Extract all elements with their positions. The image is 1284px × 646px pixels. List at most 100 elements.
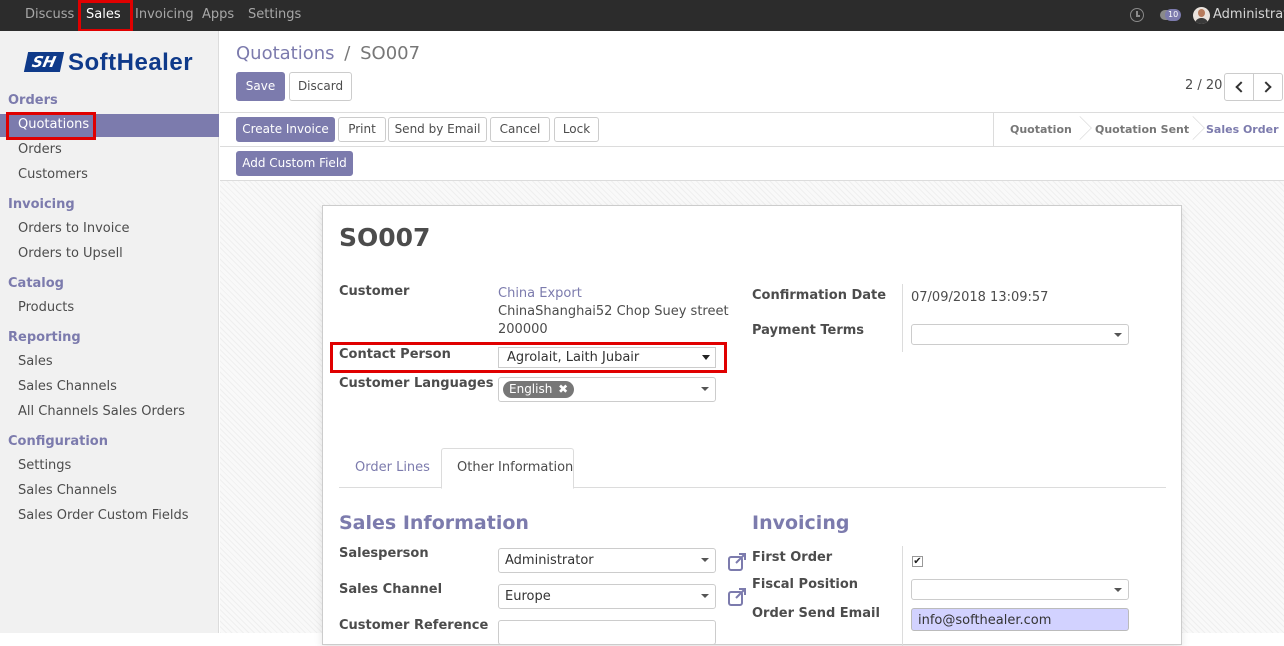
stage-quotation[interactable]: Quotation bbox=[1010, 123, 1072, 136]
add-custom-field-button[interactable]: Add Custom Field bbox=[236, 151, 353, 176]
first-order-label: First Order bbox=[752, 550, 833, 565]
breadcrumb: Quotations / SO007 bbox=[236, 43, 420, 64]
order-send-email-value: info@softhealer.com bbox=[918, 613, 1052, 628]
order-send-email-label: Order Send Email bbox=[752, 606, 880, 621]
highlight-contact-person bbox=[330, 342, 727, 373]
stage-quotation-sent[interactable]: Quotation Sent bbox=[1095, 123, 1189, 136]
sidebar-item-reporting-sales-channels[interactable]: Sales Channels bbox=[18, 379, 117, 394]
order-send-email-input[interactable]: info@softhealer.com bbox=[911, 608, 1129, 631]
notebook-tabs: Order Lines Other Information bbox=[339, 448, 1166, 489]
form-sheet: SO007 Customer China Export ChinaShangha… bbox=[322, 205, 1182, 646]
pager-value[interactable]: 2 / 20 bbox=[1185, 78, 1222, 93]
lock-button[interactable]: Lock bbox=[554, 117, 599, 142]
sidebar: SH SoftHealer Orders Quotations Orders C… bbox=[0, 31, 219, 633]
sales-information-title: Sales Information bbox=[339, 512, 529, 534]
sidebar-item-config-sales-channels[interactable]: Sales Channels bbox=[18, 483, 117, 498]
tab-other-information-label: Other Information bbox=[457, 460, 574, 475]
menu-apps[interactable]: Apps bbox=[202, 0, 234, 31]
customer-label: Customer bbox=[339, 284, 410, 299]
sales-channel-select[interactable]: Europe bbox=[498, 584, 716, 609]
fiscal-position-label: Fiscal Position bbox=[752, 577, 859, 592]
caret-down-icon bbox=[1114, 333, 1122, 337]
tab-order-lines[interactable]: Order Lines bbox=[355, 460, 430, 475]
menu-invoicing[interactable]: Invoicing bbox=[135, 0, 194, 31]
save-button[interactable]: Save bbox=[236, 72, 285, 101]
sales-channel-value: Europe bbox=[505, 589, 551, 604]
caret-down-icon bbox=[701, 558, 709, 562]
sidebar-item-orders[interactable]: Orders bbox=[18, 142, 62, 157]
breadcrumb-parent[interactable]: Quotations bbox=[236, 43, 335, 64]
pager-previous-button[interactable] bbox=[1224, 73, 1254, 101]
confirmation-date-label: Confirmation Date bbox=[752, 288, 887, 303]
sidebar-header-catalog: Catalog bbox=[8, 276, 64, 291]
breadcrumb-current: SO007 bbox=[360, 43, 421, 64]
customer-address-line1: ChinaShanghai52 Chop Suey street bbox=[498, 304, 729, 319]
main-content: Quotations / SO007 Save Discard 2 / 20 C… bbox=[220, 31, 1284, 646]
message-count-badge: 10 bbox=[1165, 9, 1182, 21]
customer-address-line2: 200000 bbox=[498, 322, 548, 337]
customer-languages-label: Customer Languages bbox=[339, 376, 494, 391]
payment-terms-label: Payment Terms bbox=[752, 323, 865, 338]
sidebar-header-configuration: Configuration bbox=[8, 434, 108, 449]
caret-down-icon bbox=[1114, 588, 1122, 592]
sidebar-header-orders: Orders bbox=[8, 93, 58, 108]
salesperson-label: Salesperson bbox=[339, 546, 429, 561]
vertical-separator bbox=[902, 546, 903, 646]
salesperson-value: Administrator bbox=[505, 553, 594, 568]
user-avatar[interactable] bbox=[1193, 7, 1210, 24]
highlight-quotations bbox=[6, 112, 96, 140]
language-tag: English ✖ bbox=[503, 381, 575, 398]
fiscal-position-select[interactable] bbox=[911, 579, 1129, 600]
caret-down-icon bbox=[701, 387, 709, 391]
first-order-checkbox[interactable]: ✔ bbox=[912, 556, 923, 567]
language-tag-label: English bbox=[509, 382, 553, 396]
activity-clock-icon[interactable] bbox=[1130, 8, 1144, 22]
sidebar-item-orders-to-upsell[interactable]: Orders to Upsell bbox=[18, 246, 123, 261]
payment-terms-select[interactable] bbox=[911, 324, 1129, 345]
sidebar-item-orders-to-invoice[interactable]: Orders to Invoice bbox=[18, 221, 130, 236]
pager-next-button[interactable] bbox=[1253, 73, 1283, 101]
salesperson-select[interactable]: Administrator bbox=[498, 548, 716, 573]
external-link-icon[interactable] bbox=[727, 587, 747, 607]
chevron-left-icon bbox=[1235, 81, 1247, 93]
sidebar-item-sales-order-custom-fields[interactable]: Sales Order Custom Fields bbox=[18, 508, 189, 523]
remove-tag-icon[interactable]: ✖ bbox=[558, 382, 568, 396]
statusbar-divider bbox=[220, 146, 1284, 147]
stage-bar: Quotation Quotation Sent Sales Order bbox=[993, 113, 1284, 147]
send-by-email-button[interactable]: Send by Email bbox=[388, 117, 487, 142]
top-navbar: Discuss Sales Invoicing Apps Settings 10… bbox=[0, 0, 1284, 32]
stage-sales-order[interactable]: Sales Order bbox=[1206, 123, 1279, 136]
caret-down-icon bbox=[701, 594, 709, 598]
external-link-icon[interactable] bbox=[727, 552, 747, 572]
vertical-separator bbox=[902, 284, 903, 352]
menu-discuss[interactable]: Discuss bbox=[25, 0, 74, 31]
sidebar-header-reporting: Reporting bbox=[8, 330, 81, 345]
sidebar-header-invoicing: Invoicing bbox=[8, 197, 75, 212]
sidebar-item-all-channels-sales-orders[interactable]: All Channels Sales Orders bbox=[18, 404, 185, 419]
stage-arrow-icon bbox=[1068, 116, 1092, 140]
record-title: SO007 bbox=[339, 223, 431, 252]
cancel-button[interactable]: Cancel bbox=[490, 117, 550, 142]
customer-link[interactable]: China Export bbox=[498, 286, 582, 301]
sidebar-item-customers[interactable]: Customers bbox=[18, 167, 88, 182]
menu-settings[interactable]: Settings bbox=[248, 0, 301, 31]
highlight-sales-menu bbox=[78, 0, 133, 32]
invoicing-title: Invoicing bbox=[752, 512, 850, 534]
chevron-right-icon bbox=[1260, 81, 1272, 93]
logo-mark: SH bbox=[23, 52, 65, 72]
confirmation-date-value[interactable]: 07/09/2018 13:09:57 bbox=[911, 290, 1048, 305]
customer-languages-field[interactable]: English ✖ bbox=[498, 377, 716, 402]
tab-other-information[interactable]: Other Information bbox=[441, 448, 574, 489]
sales-channel-label: Sales Channel bbox=[339, 582, 443, 597]
softhealer-logo: SH SoftHealer bbox=[23, 49, 196, 77]
breadcrumb-separator: / bbox=[344, 43, 351, 64]
stage-arrow-icon bbox=[1181, 116, 1205, 140]
create-invoice-button[interactable]: Create Invoice bbox=[236, 117, 335, 142]
sidebar-item-config-settings[interactable]: Settings bbox=[18, 458, 71, 473]
customer-reference-label: Customer Reference bbox=[339, 618, 489, 633]
discard-button[interactable]: Discard bbox=[289, 72, 352, 101]
sidebar-item-reporting-sales[interactable]: Sales bbox=[18, 354, 53, 369]
user-name[interactable]: Administrator bbox=[1213, 0, 1284, 31]
sidebar-item-products[interactable]: Products bbox=[18, 300, 74, 315]
print-button[interactable]: Print bbox=[338, 117, 386, 142]
